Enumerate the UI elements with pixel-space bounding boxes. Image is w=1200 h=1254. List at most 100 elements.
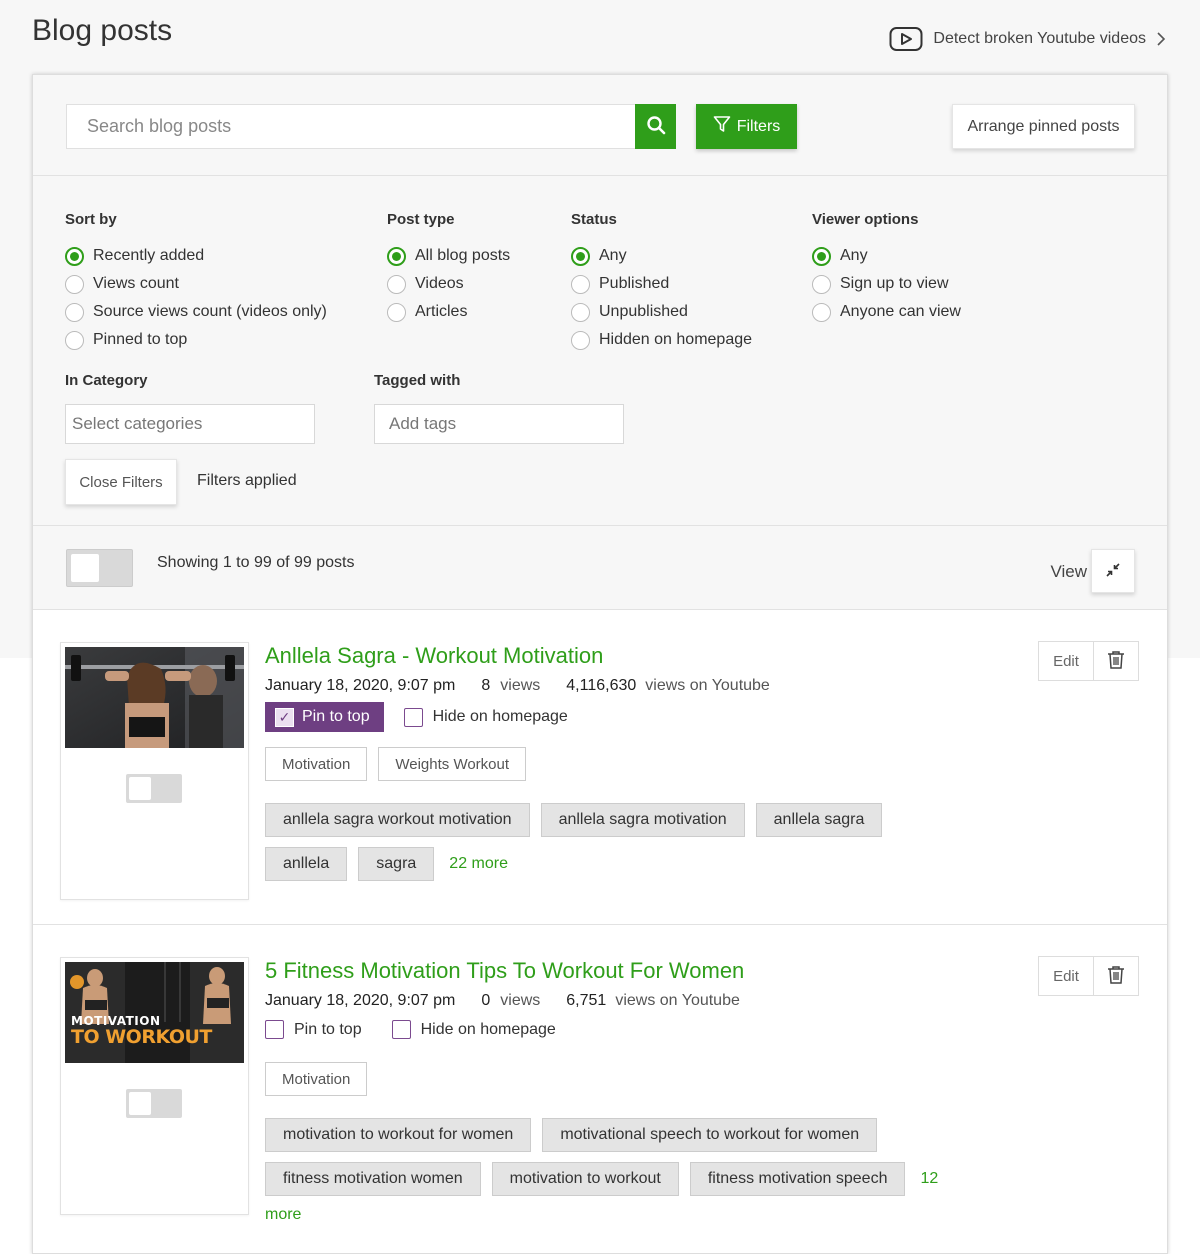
keyword-tags: anllela sagra workout motivation anllela… <box>265 803 965 881</box>
pin-to-top-checkbox[interactable]: Pin to top <box>265 1020 362 1039</box>
tags-input[interactable] <box>374 404 624 444</box>
category-tag[interactable]: Motivation <box>265 747 368 781</box>
youtube-views-count: 6,751 <box>566 992 607 1009</box>
radio[interactable] <box>65 302 84 322</box>
checkbox-box <box>391 1020 411 1039</box>
radio-label: Sign up to view <box>840 275 949 292</box>
radio-selected[interactable] <box>65 246 84 266</box>
toggle-knob <box>71 554 99 582</box>
post-row: MOTIVATION TO WORKOUT 5 Fitness Motivati… <box>33 925 1167 1240</box>
filters-button[interactable]: Filters <box>696 104 797 149</box>
radio[interactable] <box>571 302 590 322</box>
viewer-anyone[interactable]: Anyone can view <box>812 298 961 326</box>
viewer-sign-up[interactable]: Sign up to view <box>812 270 961 298</box>
keyword-tag[interactable]: sagra <box>358 847 435 881</box>
keyword-tag[interactable]: anllela sagra motivation <box>540 803 745 837</box>
select-all-toggle[interactable] <box>66 549 133 587</box>
pin-label: Pin to top <box>294 1020 362 1038</box>
status-heading: Status <box>571 211 617 228</box>
status-hidden[interactable]: Hidden on homepage <box>571 326 752 354</box>
radio[interactable] <box>812 302 831 322</box>
keyword-tag[interactable]: motivation to workout for women <box>265 1118 532 1152</box>
arrange-pinned-posts-button[interactable]: Arrange pinned posts <box>952 104 1135 149</box>
radio-label: Videos <box>415 275 464 292</box>
keyword-tag[interactable]: fitness motivation women <box>265 1162 481 1196</box>
radio-label: Recently added <box>93 247 205 264</box>
post-thumbnail-image[interactable] <box>65 647 244 748</box>
radio-selected[interactable] <box>812 246 831 266</box>
delete-button[interactable] <box>1094 642 1138 680</box>
radio-selected[interactable] <box>571 246 590 266</box>
post-date: January 18, 2020, 9:07 pm <box>265 677 456 694</box>
hide-on-homepage-checkbox[interactable]: Hide on homepage <box>391 1020 556 1039</box>
filters-button-label: Filters <box>736 117 781 135</box>
radio[interactable] <box>387 302 406 322</box>
post-meta: January 18, 2020, 9:07 pm 0 views 6,751 … <box>265 992 740 1010</box>
radio[interactable] <box>65 330 84 350</box>
more-tags-link[interactable]: more <box>265 1206 301 1224</box>
sort-option-source-views[interactable]: Source views count (videos only) <box>65 298 327 326</box>
category-tag[interactable]: Motivation <box>265 1062 368 1096</box>
radio[interactable] <box>387 274 406 294</box>
edit-button[interactable]: Edit <box>1039 957 1094 995</box>
post-type-articles[interactable]: Articles <box>387 298 510 326</box>
sort-option-pinned[interactable]: Pinned to top <box>65 326 327 354</box>
search-button[interactable] <box>635 104 676 149</box>
keyword-tag[interactable]: motivational speech to workout for women <box>542 1118 878 1152</box>
toggle-knob <box>129 1092 151 1115</box>
post-thumbnail-card <box>60 642 249 900</box>
viewer-options-heading: Viewer options <box>812 211 919 228</box>
publish-toggle[interactable] <box>126 774 182 803</box>
keyword-tag[interactable]: anllela sagra workout motivation <box>265 803 530 837</box>
keyword-tag[interactable]: anllela sagra <box>755 803 883 837</box>
sort-by-group: Sort by Recently added Views count Sourc… <box>65 211 327 354</box>
views-label: views <box>500 677 541 694</box>
post-date: January 18, 2020, 9:07 pm <box>265 992 456 1009</box>
sort-option-views-count[interactable]: Views count <box>65 270 327 298</box>
sort-by-heading: Sort by <box>65 211 117 228</box>
post-type-heading: Post type <box>387 211 455 228</box>
search-input[interactable] <box>66 104 635 149</box>
post-type-all[interactable]: All blog posts <box>387 242 510 270</box>
more-tags-count[interactable]: 12 <box>916 1170 938 1188</box>
edit-button[interactable]: Edit <box>1039 642 1094 680</box>
compact-view-button[interactable] <box>1091 549 1135 593</box>
radio[interactable] <box>65 274 84 294</box>
status-any[interactable]: Any <box>571 242 752 270</box>
showing-count: Showing 1 to 99 of 99 posts <box>157 554 355 571</box>
hide-on-homepage-checkbox[interactable]: Hide on homepage <box>403 707 568 727</box>
keyword-tag[interactable]: fitness motivation speech <box>689 1162 906 1196</box>
youtube-views-label: views on Youtube <box>615 992 740 1009</box>
post-type-videos[interactable]: Videos <box>387 270 510 298</box>
view-label: View <box>1050 562 1087 581</box>
radio[interactable] <box>812 274 831 294</box>
post-title-link[interactable]: 5 Fitness Motivation Tips To Workout For… <box>265 958 744 984</box>
radio[interactable] <box>571 274 590 294</box>
post-title-link[interactable]: Anllela Sagra - Workout Motivation <box>265 643 603 669</box>
detect-broken-videos-link[interactable]: Detect broken Youtube videos <box>889 26 1166 52</box>
post-thumbnail-image[interactable]: MOTIVATION TO WORKOUT <box>65 962 244 1063</box>
sort-option-recently-added[interactable]: Recently added <box>65 242 327 270</box>
status-unpublished[interactable]: Unpublished <box>571 298 752 326</box>
status-published[interactable]: Published <box>571 270 752 298</box>
delete-button[interactable] <box>1094 957 1138 995</box>
post-type-group: Post type All blog posts Videos Articles <box>387 211 510 326</box>
category-select[interactable] <box>65 404 315 444</box>
radio-selected[interactable] <box>387 246 406 266</box>
publish-toggle[interactable] <box>126 1089 182 1118</box>
radio-label: Unpublished <box>599 303 688 320</box>
pin-to-top-checkbox[interactable]: ✓ Pin to top <box>265 702 384 732</box>
filters-panel: Sort by Recently added Views count Sourc… <box>33 176 1167 526</box>
radio[interactable] <box>571 330 590 350</box>
viewer-any[interactable]: Any <box>812 242 961 270</box>
keyword-tag[interactable]: motivation to workout <box>491 1162 679 1196</box>
search-box <box>66 104 676 149</box>
page-title: Blog posts <box>32 14 173 47</box>
search-toolbar: Filters Arrange pinned posts <box>33 75 1167 176</box>
views-count: 8 <box>481 677 491 694</box>
category-tag[interactable]: Weights Workout <box>378 747 527 781</box>
keyword-tag[interactable]: anllela <box>265 847 348 881</box>
close-filters-button[interactable]: Close Filters <box>65 459 177 505</box>
post-options: Pin to top Hide on homepage <box>265 1020 556 1039</box>
more-tags-link[interactable]: 22 more <box>445 855 508 873</box>
